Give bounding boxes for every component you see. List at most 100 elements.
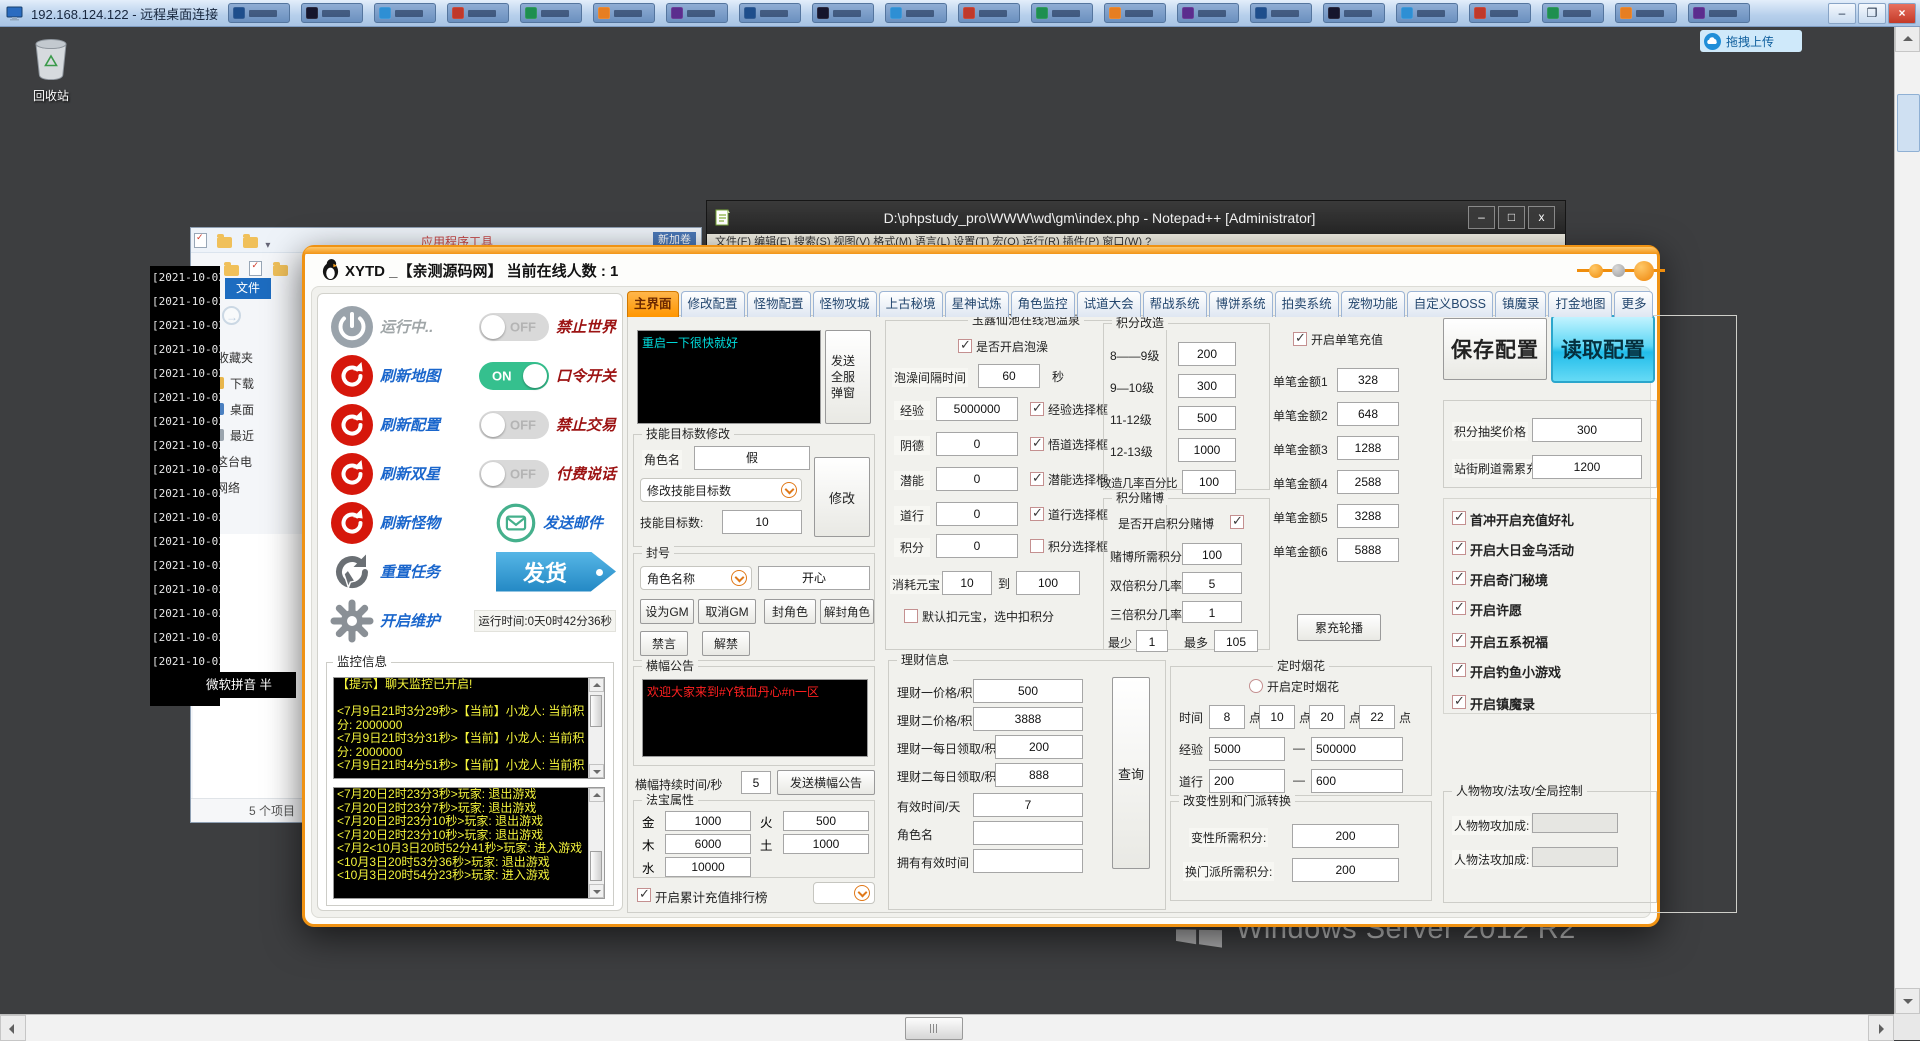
finance-input[interactable]: 3888 xyxy=(973,707,1083,731)
role-name-input[interactable]: 假 xyxy=(694,446,810,470)
taskbar-item[interactable] xyxy=(666,3,728,23)
tab-打金地图[interactable]: 打金地图 xyxy=(1548,291,1612,317)
ban-role-combo[interactable]: 角色名称 xyxy=(640,566,752,590)
scroll-thumb[interactable] xyxy=(590,695,602,727)
fireworks-dao-max-input[interactable]: 600 xyxy=(1311,769,1403,793)
scroll-thumb[interactable] xyxy=(1897,94,1920,152)
finance-input[interactable] xyxy=(973,821,1083,845)
element-input[interactable]: 500 xyxy=(783,811,869,831)
feature-checkbox[interactable] xyxy=(1452,511,1466,525)
tab-镇魔录[interactable]: 镇魔录 xyxy=(1495,291,1547,317)
taskbar-item[interactable] xyxy=(1250,3,1312,23)
tab-拍卖系统[interactable]: 拍卖系统 xyxy=(1275,291,1339,317)
rdp-restore-button[interactable]: ❐ xyxy=(1858,3,1886,24)
popup-message-box[interactable]: 重启一下很快就好 xyxy=(637,330,821,424)
save-config-button[interactable]: 保存配置 xyxy=(1443,318,1547,380)
gamble-min-input[interactable]: 1 xyxy=(1136,630,1168,652)
tab-更多[interactable]: 更多 xyxy=(1614,291,1653,317)
scroll-right-icon[interactable] xyxy=(1868,1015,1894,1041)
taskbar-item[interactable] xyxy=(447,3,509,23)
gm-minimize-button[interactable] xyxy=(1589,264,1603,278)
vertical-scrollbar[interactable] xyxy=(1894,26,1920,1014)
taskbar-item[interactable] xyxy=(228,3,290,23)
npp-minimize-button[interactable]: – xyxy=(1468,206,1495,229)
toggle-switch[interactable]: OFF xyxy=(479,313,549,341)
taskbar-item[interactable] xyxy=(1031,3,1093,23)
tab-宠物功能[interactable]: 宠物功能 xyxy=(1341,291,1405,317)
deduct-checkbox[interactable] xyxy=(904,609,918,623)
upgrade-rate-input[interactable]: 100 xyxy=(1182,470,1236,494)
gamble-input[interactable]: 5 xyxy=(1182,572,1242,594)
magic-attack-input[interactable] xyxy=(1532,847,1618,867)
stat-checkbox[interactable] xyxy=(1030,437,1044,451)
feature-checkbox[interactable] xyxy=(1452,571,1466,585)
finance-input[interactable]: 500 xyxy=(973,679,1083,703)
taskbar-item[interactable] xyxy=(1542,3,1604,23)
folder-icon[interactable] xyxy=(224,265,239,276)
gm-close-button[interactable] xyxy=(1634,261,1654,281)
maintenance-label[interactable]: 开启维护 xyxy=(380,610,466,631)
action-label[interactable]: 刷新地图 xyxy=(380,365,479,386)
unmute-button[interactable]: 解禁 xyxy=(702,631,750,656)
ship-goods-button[interactable]: 发货 xyxy=(496,552,616,592)
load-config-button[interactable]: 读取配置 xyxy=(1551,315,1655,383)
feature-checkbox[interactable] xyxy=(1452,633,1466,647)
element-input[interactable]: 10000 xyxy=(665,857,751,877)
element-input[interactable]: 1000 xyxy=(783,834,869,854)
horizontal-scrollbar[interactable] xyxy=(0,1014,1894,1041)
fireworks-dao-min-input[interactable]: 200 xyxy=(1209,769,1285,793)
set-gm-button[interactable]: 设为GM xyxy=(640,599,694,624)
amount-input[interactable]: 1288 xyxy=(1337,436,1399,460)
firework-hour-input[interactable]: 20 xyxy=(1309,705,1345,729)
tab-星神试炼[interactable]: 星神试炼 xyxy=(945,291,1009,317)
new-item-icon[interactable] xyxy=(194,233,207,248)
npp-close-button[interactable]: x xyxy=(1528,206,1555,229)
gamble-input[interactable]: 100 xyxy=(1182,543,1242,565)
element-input[interactable]: 1000 xyxy=(665,811,751,831)
rdp-close-button[interactable]: × xyxy=(1888,3,1916,24)
mail-icon[interactable] xyxy=(496,503,536,543)
finance-input[interactable]: 888 xyxy=(995,763,1083,787)
refresh-icon[interactable] xyxy=(330,354,374,398)
action-label[interactable]: 运行中.. xyxy=(380,316,479,337)
scrollbar[interactable] xyxy=(588,678,604,778)
scroll-thumb[interactable] xyxy=(590,851,602,881)
forward-arrow-icon[interactable]: → xyxy=(222,306,241,325)
taskbar-item[interactable] xyxy=(958,3,1020,23)
cost-max-input[interactable]: 100 xyxy=(1016,571,1080,595)
send-mail-label[interactable]: 发送邮件 xyxy=(543,512,603,533)
firework-hour-input[interactable]: 22 xyxy=(1359,705,1395,729)
stat-checkbox[interactable] xyxy=(1030,507,1044,521)
action-label[interactable]: 刷新配置 xyxy=(380,414,479,435)
taskbar-item[interactable] xyxy=(520,3,582,23)
tab-试道大会[interactable]: 试道大会 xyxy=(1077,291,1141,317)
street-recharge-input[interactable]: 1200 xyxy=(1532,455,1642,479)
gender-points-input[interactable]: 200 xyxy=(1292,858,1399,882)
tab-主界面[interactable]: 主界面 xyxy=(627,291,679,317)
gamble-enable-checkbox[interactable] xyxy=(1230,515,1244,529)
stat-input[interactable]: 0 xyxy=(936,432,1018,456)
taskbar-item[interactable] xyxy=(739,3,801,23)
tab-角色监控[interactable]: 角色监控 xyxy=(1011,291,1075,317)
scroll-down-icon[interactable] xyxy=(589,764,604,778)
rdp-minimize-button[interactable]: – xyxy=(1828,3,1856,24)
firework-hour-input[interactable]: 8 xyxy=(1209,705,1245,729)
drag-upload-button[interactable]: 拖拽上传 xyxy=(1700,30,1802,52)
player-activity-log[interactable]: <7月20日2时23分3秒>玩家: 退出游戏<7月20日2时23分7秒>玩家: … xyxy=(333,787,605,899)
amount-input[interactable]: 328 xyxy=(1337,368,1399,392)
taskbar-item[interactable] xyxy=(1323,3,1385,23)
cancel-gm-button[interactable]: 取消GM xyxy=(698,599,756,624)
scroll-down-icon[interactable] xyxy=(589,884,604,898)
single-recharge-checkbox[interactable] xyxy=(1293,332,1307,346)
folder-icon[interactable] xyxy=(243,237,258,248)
action-label[interactable]: 刷新双星 xyxy=(380,463,479,484)
finance-input[interactable] xyxy=(973,849,1083,873)
taskbar-item[interactable] xyxy=(374,3,436,23)
lottery-price-input[interactable]: 300 xyxy=(1532,418,1642,442)
ban-role-button[interactable]: 封角色 xyxy=(764,599,816,624)
tab-修改配置[interactable]: 修改配置 xyxy=(681,291,745,317)
reset-task-label[interactable]: 重置任务 xyxy=(380,561,484,582)
stat-input[interactable]: 0 xyxy=(936,502,1018,526)
feature-checkbox[interactable] xyxy=(1452,663,1466,677)
tab-怪物攻城[interactable]: 怪物攻城 xyxy=(813,291,877,317)
